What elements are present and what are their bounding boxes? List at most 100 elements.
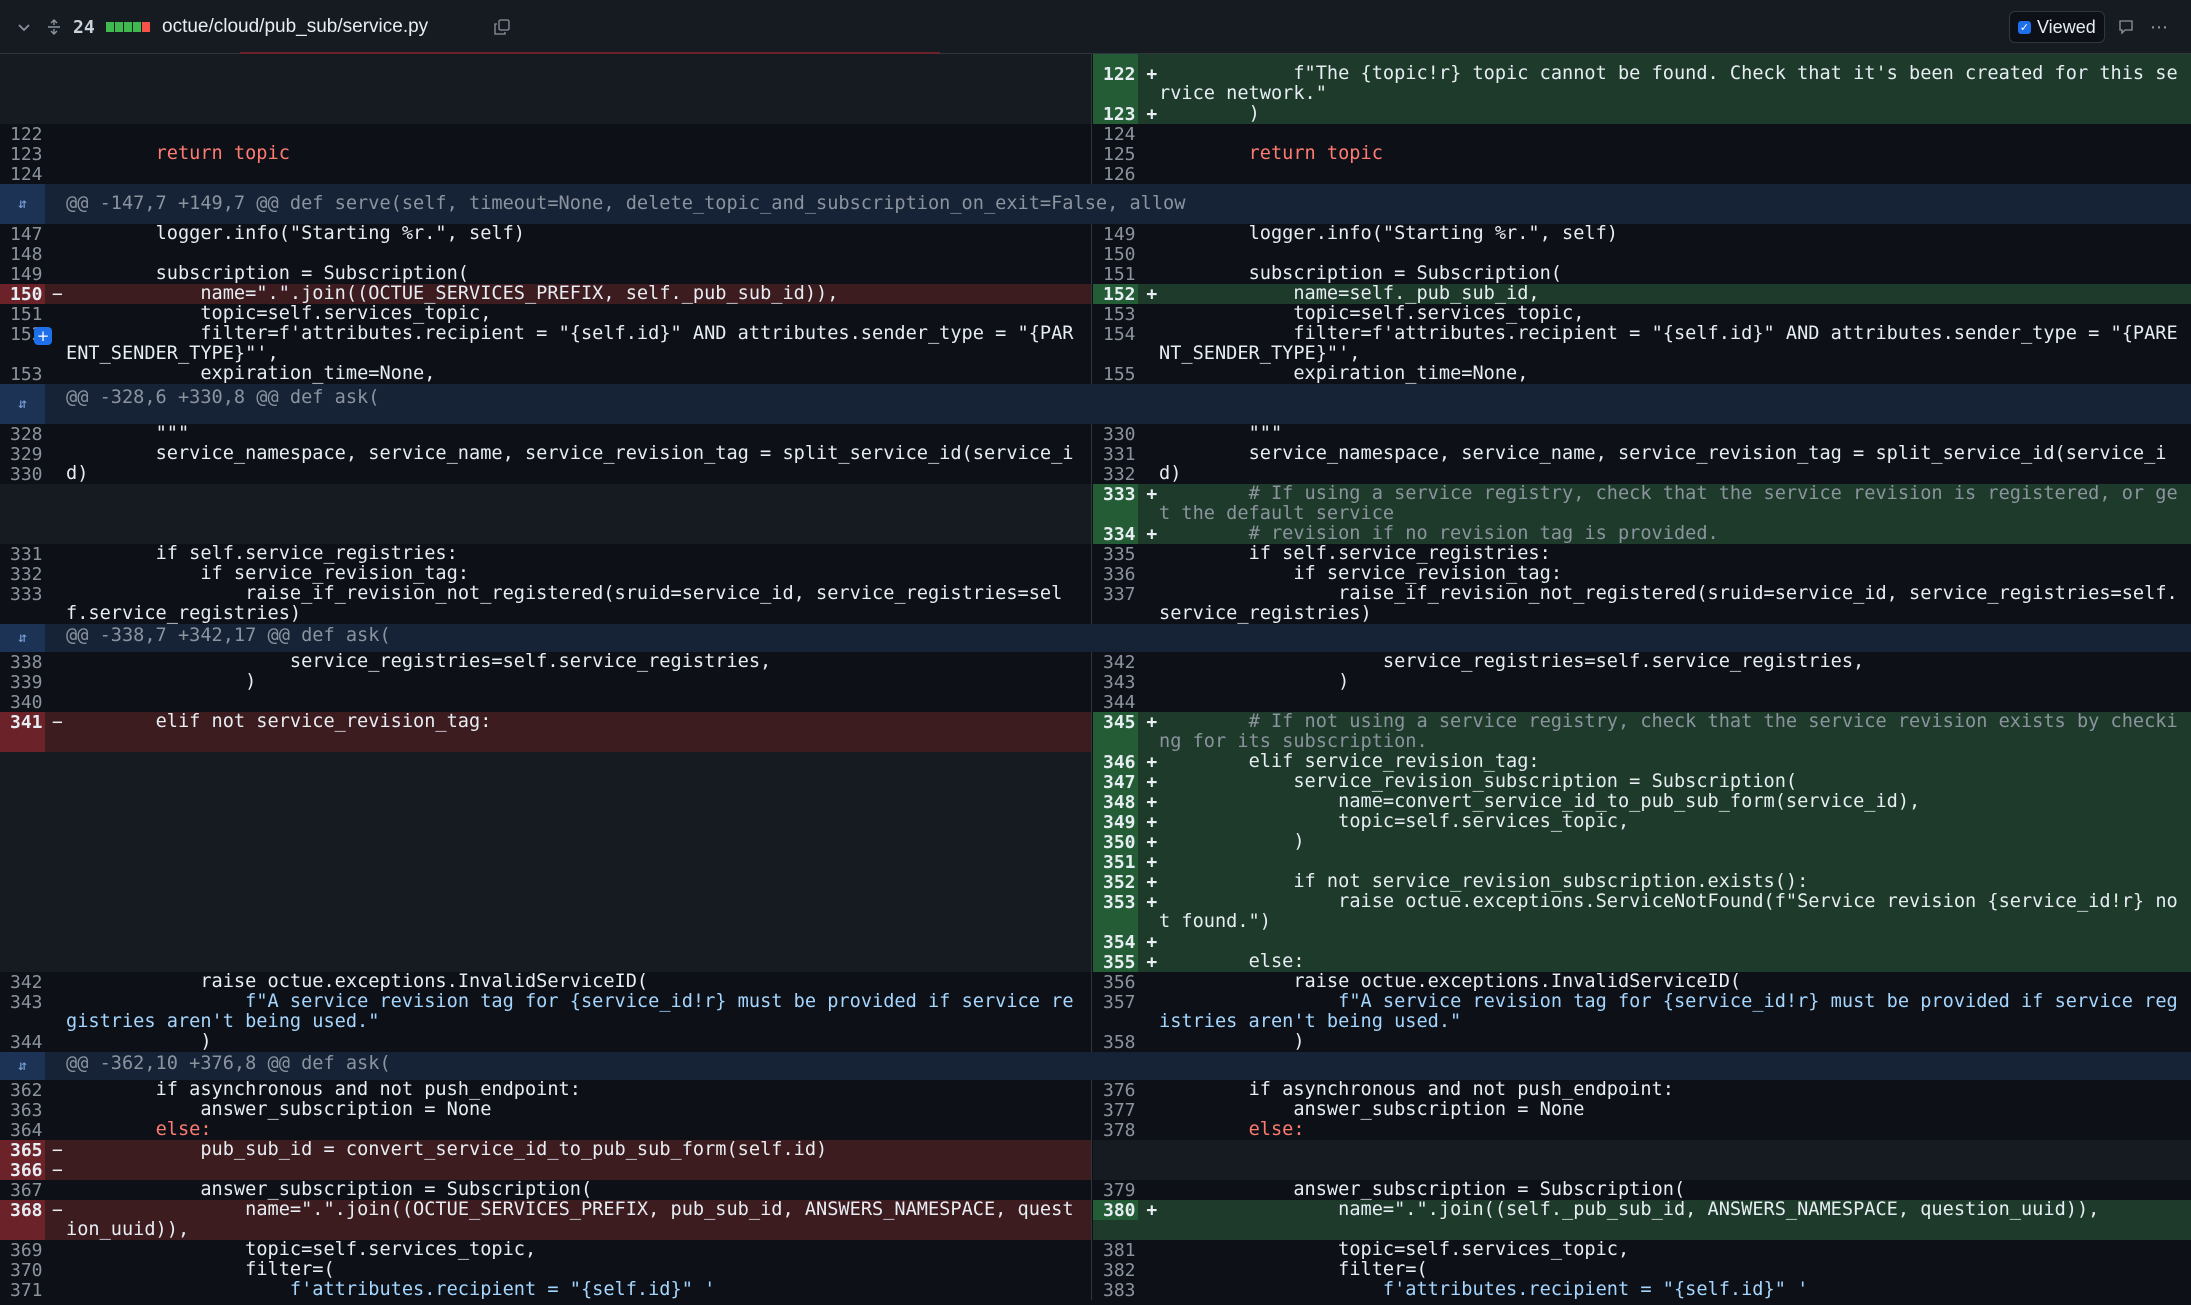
line-number[interactable]: 383 [1103,1280,1136,1301]
line-number[interactable]: 153 [1103,304,1136,325]
line-number[interactable]: 339 [10,672,43,693]
line-number[interactable]: 349 + [1103,812,1157,833]
added-block[interactable]: 345 + # If not using a service registry,… [1093,712,2191,973]
line-number[interactable]: 155 [1103,364,1136,385]
collapse-chevron-icon[interactable] [16,0,32,54]
removed-line[interactable]: 365− pub_sub_id = convert_service_id_to_… [0,1140,1092,1161]
line-number[interactable]: 363 [10,1100,43,1121]
line-number[interactable]: 149 [1103,224,1136,245]
line-number[interactable]: 332 [1103,464,1136,485]
expand-lines-icon[interactable]: ⇵ [0,624,45,652]
added-line[interactable]: 333 + # If using a service registry, che… [1093,484,2191,524]
line-number[interactable]: 150 [10,284,43,305]
line-number[interactable]: 364 [10,1120,43,1141]
line-number[interactable]: 341 [10,712,43,733]
line-number[interactable]: 338 [10,652,43,673]
line-number[interactable]: 369 [10,1240,43,1261]
line-number[interactable]: 348 + [1103,792,1157,813]
removed-line[interactable]: 341− elif not service_revision_tag: [0,712,1091,752]
line-number[interactable]: 343 [1103,672,1136,693]
line-number[interactable]: 331 [10,544,43,565]
line-number[interactable]: 356 [1103,972,1136,993]
line-number[interactable]: 151 [10,304,43,325]
comment-icon[interactable] [2118,0,2134,54]
line-number[interactable]: 334 + [1103,524,1157,545]
line-number[interactable]: 380 + [1103,1200,1157,1221]
code-line: # If using a service registry, check tha… [1159,483,2178,524]
line-number[interactable]: 151 [1103,264,1136,285]
line-number[interactable]: 347 + [1103,772,1157,793]
expand-lines-icon[interactable]: ⇵ [0,1052,45,1080]
line-number[interactable]: 365 [10,1140,43,1161]
line-number[interactable]: 330 [1103,424,1136,445]
add-comment-icon[interactable]: + [34,327,52,345]
line-number[interactable]: 370 [10,1260,43,1281]
line-number[interactable]: 352 + [1103,872,1157,893]
line-number[interactable]: 344 [1103,692,1136,713]
added-line[interactable]: 152 + name=self._pub_sub_id, [1093,284,2191,305]
line-number[interactable]: 340 [10,692,43,713]
line-number[interactable]: 377 [1103,1100,1136,1121]
line-number[interactable]: 381 [1103,1240,1136,1261]
line-number[interactable]: 154 [1103,324,1136,345]
added-line[interactable]: 122 + f"The {topic!r} topic cannot be fo… [1093,64,2191,104]
diff-row: 342 raise octue.exceptions.InvalidServic… [0,972,2191,994]
line-number[interactable]: 332 [10,564,43,585]
line-number[interactable]: 355 + [1103,952,1157,973]
line-number[interactable]: 336 [1103,564,1136,585]
line-number[interactable]: 354 + [1103,932,1157,953]
more-options-icon[interactable]: ⋯ [2150,0,2168,54]
line-number[interactable]: 153 [10,364,43,385]
expand-all-icon[interactable] [46,0,62,54]
added-line[interactable]: 380 + name=".".join((self._pub_sub_id, A… [1093,1200,2191,1240]
line-number[interactable]: 342 [10,972,43,993]
line-number[interactable]: 367 [10,1180,43,1201]
removed-line[interactable]: 368− name=".".join((OCTUE_SERVICES_PREFI… [0,1200,1092,1240]
viewed-toggle[interactable]: ✓ Viewed [2009,11,2105,43]
line-number[interactable]: 379 [1103,1180,1136,1201]
removed-line[interactable]: 150− name=".".join((OCTUE_SERVICES_PREFI… [0,284,1092,305]
file-path-link[interactable]: octue/cloud/pub_sub/service.py [162,0,428,54]
line-number[interactable]: 147 [10,224,43,245]
expand-lines-icon[interactable]: ⇵ [0,184,45,224]
removed-line[interactable]: 366− [0,1160,1092,1181]
line-number[interactable]: 344 [10,1032,43,1053]
code-line: if service_revision_tag: [66,563,470,584]
line-number[interactable]: 371 [10,1280,43,1301]
line-number[interactable]: 148 [10,244,43,265]
line-number[interactable]: 333 + [1103,484,1157,505]
line-number[interactable]: 329 [10,444,43,465]
line-number[interactable]: 382 [1103,1260,1136,1281]
line-number[interactable]: 351 + [1103,852,1157,873]
line-number[interactable]: 331 [1103,444,1136,465]
line-number[interactable]: 342 [1103,652,1136,673]
line-number[interactable]: 333 [10,584,43,605]
line-number[interactable]: 337 [1103,584,1136,605]
line-number[interactable]: 150 [1103,244,1136,265]
line-number[interactable]: 357 [1103,992,1136,1013]
line-number[interactable]: 368 [10,1200,43,1221]
line-number[interactable]: 343 [10,992,43,1013]
code-line: ) [66,1031,212,1052]
line-number[interactable]: 346 + [1103,752,1157,773]
line-number: 124 [1103,124,1136,145]
line-number[interactable]: 358 [1103,1032,1136,1053]
diff-row: 122 + f"The {topic!r} topic cannot be fo… [0,64,2191,104]
expand-lines-icon[interactable]: ⇵ [0,384,45,424]
viewed-checkbox-icon[interactable]: ✓ [2018,20,2031,34]
line-number[interactable]: 376 [1103,1080,1136,1101]
line-number[interactable]: 350 + [1103,832,1157,853]
line-number[interactable]: 335 [1103,544,1136,565]
added-line[interactable]: 334 + # revision if no revision tag is p… [1093,524,2191,545]
line-number[interactable]: 366 [10,1160,43,1181]
line-number[interactable]: 149 [10,264,43,285]
line-number[interactable]: 362 [10,1080,43,1101]
line-number[interactable]: 378 [1103,1120,1136,1141]
line-number[interactable]: 330 [10,464,43,485]
line-number[interactable]: 152 + [1103,284,1157,305]
line-number[interactable]: 345 + [1103,712,1157,733]
copy-path-icon[interactable] [494,0,510,54]
line-number[interactable]: 353 + [1103,892,1157,913]
added-line[interactable]: 123 + ) [1093,104,2191,125]
line-number[interactable]: 328 [10,424,43,445]
